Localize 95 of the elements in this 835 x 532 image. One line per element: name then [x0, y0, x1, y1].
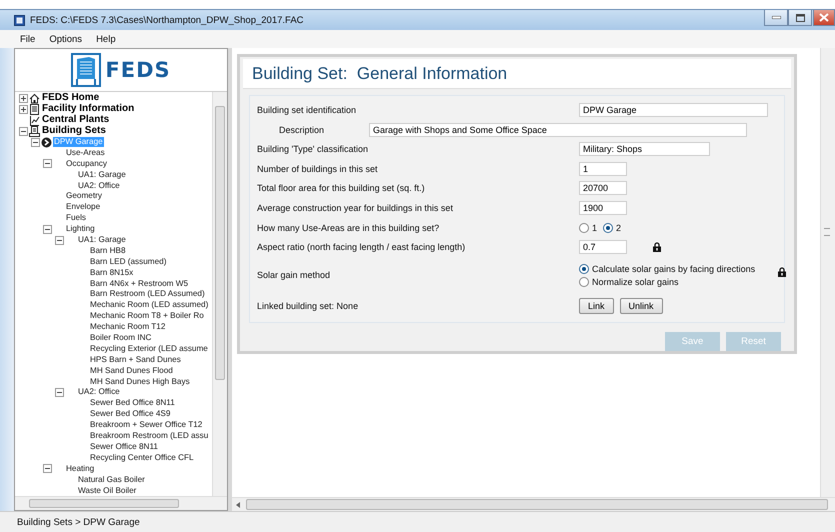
- horizontal-scrollbar[interactable]: [232, 497, 835, 511]
- building-logo-icon: [71, 53, 102, 87]
- tree-item[interactable]: Sewer Bed Office 4S9: [89, 409, 172, 420]
- menu-item[interactable]: Help: [92, 32, 120, 46]
- text-field[interactable]: 1900: [579, 201, 627, 216]
- scroll-left-arrow-icon[interactable]: [236, 502, 240, 508]
- tree-item[interactable]: Breakroom Restroom (LED assu: [89, 431, 210, 442]
- horizontal-scrollbar[interactable]: [15, 496, 227, 510]
- tree-item[interactable]: UA1: Garage: [77, 235, 127, 246]
- field-label: How many Use-Areas are in this building set?: [257, 222, 440, 233]
- vertical-scrollbar[interactable]: [820, 48, 835, 497]
- tree-item[interactable]: Heating: [65, 464, 96, 474]
- tree-item[interactable]: Mechanic Room T8 + Boiler Ro: [89, 311, 205, 322]
- menu-item[interactable]: File: [16, 32, 40, 46]
- text-field[interactable]: DPW Garage: [579, 103, 768, 118]
- maximize-icon: [796, 14, 804, 22]
- tree-item[interactable]: Building Sets: [41, 126, 107, 136]
- text-field[interactable]: Military: Shops: [579, 142, 710, 156]
- field-label: Description: [278, 124, 326, 135]
- tree-item[interactable]: Recycling Exterior (LED assume: [89, 344, 209, 354]
- tree-item[interactable]: Barn Restroom (LED Assumed): [89, 289, 206, 300]
- field-label: Building set identification: [257, 105, 358, 116]
- tree-item[interactable]: Sewer Office 8N11: [89, 442, 159, 452]
- collapse-toggle[interactable]: [55, 236, 64, 245]
- expand-toggle[interactable]: [19, 94, 28, 103]
- arrow-circle-icon: [41, 136, 52, 148]
- tree-item[interactable]: Sewer Bed Office 8N11: [89, 398, 176, 408]
- action-button: Reset: [726, 332, 781, 351]
- app-icon: [14, 14, 25, 26]
- text-field[interactable]: Garage with Shops and Some Office Space: [369, 122, 747, 137]
- radio-option[interactable]: Calculate solar gains by facing directions: [579, 264, 756, 274]
- tree-item[interactable]: Barn 8N15x: [89, 268, 134, 278]
- tree-item[interactable]: Recycling Center Office CFL: [89, 452, 195, 463]
- close-icon: [819, 13, 829, 22]
- maximize-button[interactable]: [788, 10, 812, 26]
- collapse-toggle[interactable]: [43, 224, 52, 234]
- lock-icon[interactable]: [778, 267, 786, 277]
- tree-item[interactable]: Facility Information: [41, 104, 136, 114]
- collapse-toggle[interactable]: [43, 464, 52, 474]
- minimize-button[interactable]: [764, 10, 788, 26]
- collapse-toggle[interactable]: [43, 159, 52, 168]
- building-icon: [29, 126, 40, 137]
- tree-item[interactable]: Lighting: [65, 224, 96, 234]
- expand-toggle[interactable]: [19, 104, 28, 114]
- radio-option[interactable]: Normalize solar gains: [579, 276, 756, 286]
- tree-item[interactable]: Waste Oil Boiler: [77, 486, 138, 496]
- tree-item[interactable]: Breakroom + Sewer Office T12: [89, 420, 204, 430]
- tree-item[interactable]: Boiler Room INC: [89, 333, 152, 344]
- tree-item[interactable]: Geometry: [65, 191, 103, 202]
- tree-item[interactable]: MH Sand Dunes High Bays: [89, 376, 191, 387]
- collapse-toggle[interactable]: [55, 388, 64, 397]
- field-label: Solar gain method: [257, 270, 332, 280]
- tree-item[interactable]: Use-Areas: [65, 148, 106, 158]
- tree-item[interactable]: UA2: Office: [77, 180, 121, 191]
- minimize-icon: [772, 16, 780, 19]
- tree-item[interactable]: Envelope: [65, 202, 102, 212]
- tree-item[interactable]: Mechanic Room (LED assumed): [89, 300, 210, 310]
- field-label: Total floor area for this building set (sq. ft.): [257, 183, 426, 194]
- breadcrumb-text: Building Sets > DPW Garage: [17, 516, 140, 528]
- tree-item[interactable]: Central Plants: [41, 115, 110, 126]
- tree-item[interactable]: UA1: Garage: [77, 170, 127, 180]
- lock-icon[interactable]: [653, 242, 661, 252]
- tree-item[interactable]: Natural Gas Boiler: [77, 474, 146, 485]
- action-button: Save: [665, 332, 720, 351]
- tree-item[interactable]: FEDS Home: [41, 93, 100, 104]
- link-button[interactable]: Unlink: [620, 298, 663, 314]
- field-label: Average construction year for buildings in this set: [257, 203, 454, 214]
- tree-item[interactable]: Barn HB8: [89, 246, 126, 256]
- tree-item[interactable]: UA2: Office: [77, 387, 121, 398]
- document-icon: [29, 104, 40, 115]
- page-title: Building Set: General Information: [252, 64, 508, 84]
- window-title: FEDS: C:\FEDS 7.3\Cases\Northampton_DPW_Shop_2017.FAC: [30, 14, 305, 26]
- text-field[interactable]: 0.7: [579, 240, 627, 254]
- field-label: Aspect ratio (north facing length / east facing length): [257, 242, 466, 252]
- vertical-scrollbar[interactable]: [212, 92, 227, 496]
- tree-item[interactable]: Fuels: [65, 213, 88, 224]
- tree-item[interactable]: Barn LED (assumed): [89, 256, 168, 267]
- logo-text: FEDS: [105, 58, 171, 82]
- collapse-toggle[interactable]: [19, 126, 28, 136]
- tree-item[interactable]: MH Sand Dunes Flood: [89, 366, 174, 376]
- house-icon: [29, 92, 40, 104]
- close-button[interactable]: [813, 10, 835, 26]
- tree-item[interactable]: Barn 4N6x + Restroom W5: [89, 278, 190, 289]
- chart-icon: [29, 114, 40, 126]
- text-field[interactable]: 20700: [579, 181, 627, 196]
- tree-item[interactable]: Mechanic Room T12: [89, 322, 166, 332]
- text-field[interactable]: 1: [579, 162, 627, 176]
- field-label: Building 'Type' classification: [257, 144, 369, 154]
- menu-item[interactable]: Options: [45, 32, 86, 46]
- field-label: Linked building set: None: [257, 300, 360, 310]
- tree-item[interactable]: Occupancy: [65, 158, 108, 169]
- tree-item[interactable]: HPS Barn + Sand Dunes: [89, 354, 182, 365]
- field-label: Number of buildings in this set: [257, 164, 379, 174]
- collapse-toggle[interactable]: [31, 138, 40, 146]
- link-button[interactable]: Link: [579, 298, 614, 314]
